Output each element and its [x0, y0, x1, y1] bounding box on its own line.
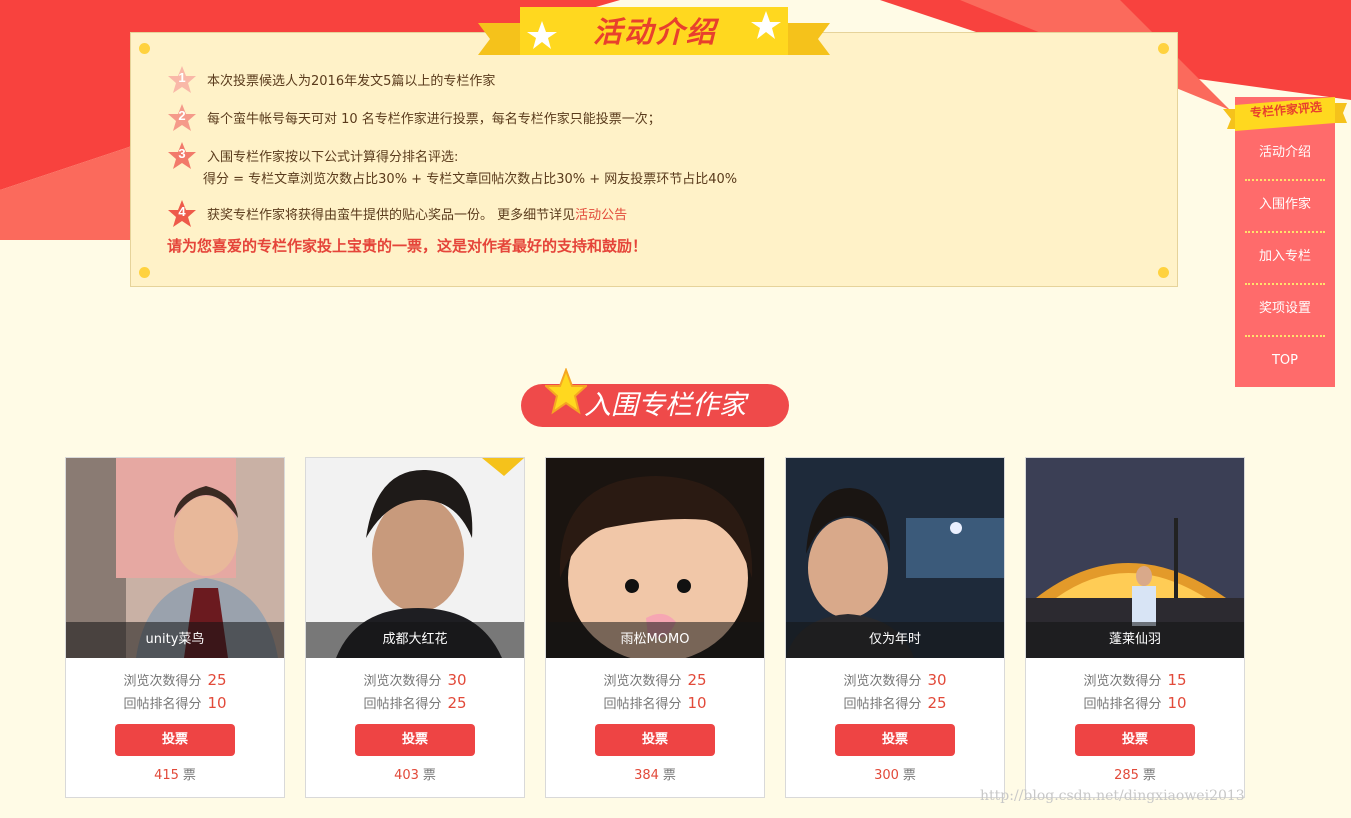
nav-divider [1245, 179, 1325, 181]
vote-button[interactable]: 投票 [355, 724, 475, 756]
corner-dot [1158, 43, 1169, 54]
corner-dot [1158, 267, 1169, 278]
star-number-icon: 1 [167, 65, 197, 95]
vote-count: 300 票 [874, 768, 916, 783]
replies-score: 回帖排名得分 10 [1083, 694, 1187, 712]
candidate-name: unity菜鸟 [66, 622, 284, 658]
views-score: 浏览次数得分 30 [363, 671, 467, 689]
nav-divider [1245, 335, 1325, 337]
replies-score: 回帖排名得分 25 [363, 694, 467, 712]
nav-item-intro[interactable]: 活动介绍 [1245, 143, 1325, 163]
nav-item-finalists[interactable]: 入围作家 [1245, 195, 1325, 215]
rule-text: 每个蛮牛帐号每天可对 10 名专栏作家进行投票，每名专栏作家只能投票一次； [207, 112, 661, 127]
side-nav: 活动介绍 入围作家 加入专栏 奖项设置 TOP [1223, 97, 1347, 387]
views-score: 浏览次数得分 30 [843, 671, 947, 689]
candidate-name: 雨松MOMO [546, 622, 764, 658]
views-score: 浏览次数得分 15 [1083, 671, 1187, 689]
vote-button[interactable]: 投票 [115, 724, 235, 756]
replies-score: 回帖排名得分 10 [603, 694, 707, 712]
corner-dot [139, 267, 150, 278]
rule-1: 1 本次投票候选人为2016年发文5篇以上的专栏作家 [167, 66, 496, 93]
score-formula: 得分 = 专栏文章浏览次数占比30% + 专栏文章回帖次数占比30% + 网友投… [203, 172, 738, 187]
star-number-icon: 2 [167, 103, 197, 133]
vote-button[interactable]: 投票 [835, 724, 955, 756]
candidate-card: 仅为年时 浏览次数得分 30 回帖排名得分 25 投票 300 票 [785, 457, 1005, 798]
rule-text: 本次投票候选人为2016年发文5篇以上的专栏作家 [207, 74, 496, 89]
replies-score: 回帖排名得分 10 [123, 694, 227, 712]
rule-4: 4 获奖专栏作家将获得由蛮牛提供的贴心奖品一份。 更多细节详见活动公告 [167, 200, 628, 227]
vote-button[interactable]: 投票 [1075, 724, 1195, 756]
candidate-name: 蓬莱仙羽 [1026, 622, 1244, 658]
slogan: 请为您喜爱的专栏作家投上宝贵的一票，这是对作者最好的支持和鼓励！ [167, 237, 648, 255]
rule-text: 获奖专栏作家将获得由蛮牛提供的贴心奖品一份。 更多细节详见活动公告 [207, 208, 628, 223]
vote-count: 384 票 [634, 768, 676, 783]
vote-button[interactable]: 投票 [595, 724, 715, 756]
star-icon [545, 368, 587, 415]
star-number-icon: 4 [167, 199, 197, 229]
nav-item-awards[interactable]: 奖项设置 [1245, 299, 1325, 319]
nav-item-top[interactable]: TOP [1245, 351, 1325, 371]
nav-divider [1245, 283, 1325, 285]
corner-dot [139, 43, 150, 54]
candidate-card: unity菜鸟 浏览次数得分 25 回帖排名得分 10 投票 415 票 [65, 457, 285, 798]
watermark: http://blog.csdn.net/dingxiaowei2013 [980, 788, 1245, 804]
vote-count: 415 票 [154, 768, 196, 783]
vote-count: 403 票 [394, 768, 436, 783]
candidate-name: 仅为年时 [786, 622, 1004, 658]
candidate-name: 成都大红花 [306, 622, 524, 658]
views-score: 浏览次数得分 25 [123, 671, 227, 689]
views-score: 浏览次数得分 25 [603, 671, 707, 689]
replies-score: 回帖排名得分 25 [843, 694, 947, 712]
candidate-card: 蓬莱仙羽 浏览次数得分 15 回帖排名得分 10 投票 285 票 [1025, 457, 1245, 798]
section-title: 入围专栏作家 [584, 390, 746, 421]
nav-divider [1245, 231, 1325, 233]
rule-text: 入围专栏作家按以下公式计算得分排名评选: [207, 150, 459, 165]
star-number-icon: 3 [167, 141, 197, 171]
rule-3: 3 入围专栏作家按以下公式计算得分排名评选: [167, 142, 459, 169]
announcement-link[interactable]: 活动公告 [575, 208, 627, 223]
rule-2: 2 每个蛮牛帐号每天可对 10 名专栏作家进行投票，每名专栏作家只能投票一次； [167, 104, 661, 131]
vote-count: 285 票 [1114, 768, 1156, 783]
intro-title: 活动介绍 [592, 15, 717, 49]
intro-panel: 1 本次投票候选人为2016年发文5篇以上的专栏作家 2 每个蛮牛帐号每天可对 … [130, 32, 1178, 287]
candidate-card: 雨松MOMO 浏览次数得分 25 回帖排名得分 10 投票 384 票 [545, 457, 765, 798]
candidate-card: 成都大红花 浏览次数得分 30 回帖排名得分 25 投票 403 票 [305, 457, 525, 798]
nav-item-join[interactable]: 加入专栏 [1245, 247, 1325, 267]
